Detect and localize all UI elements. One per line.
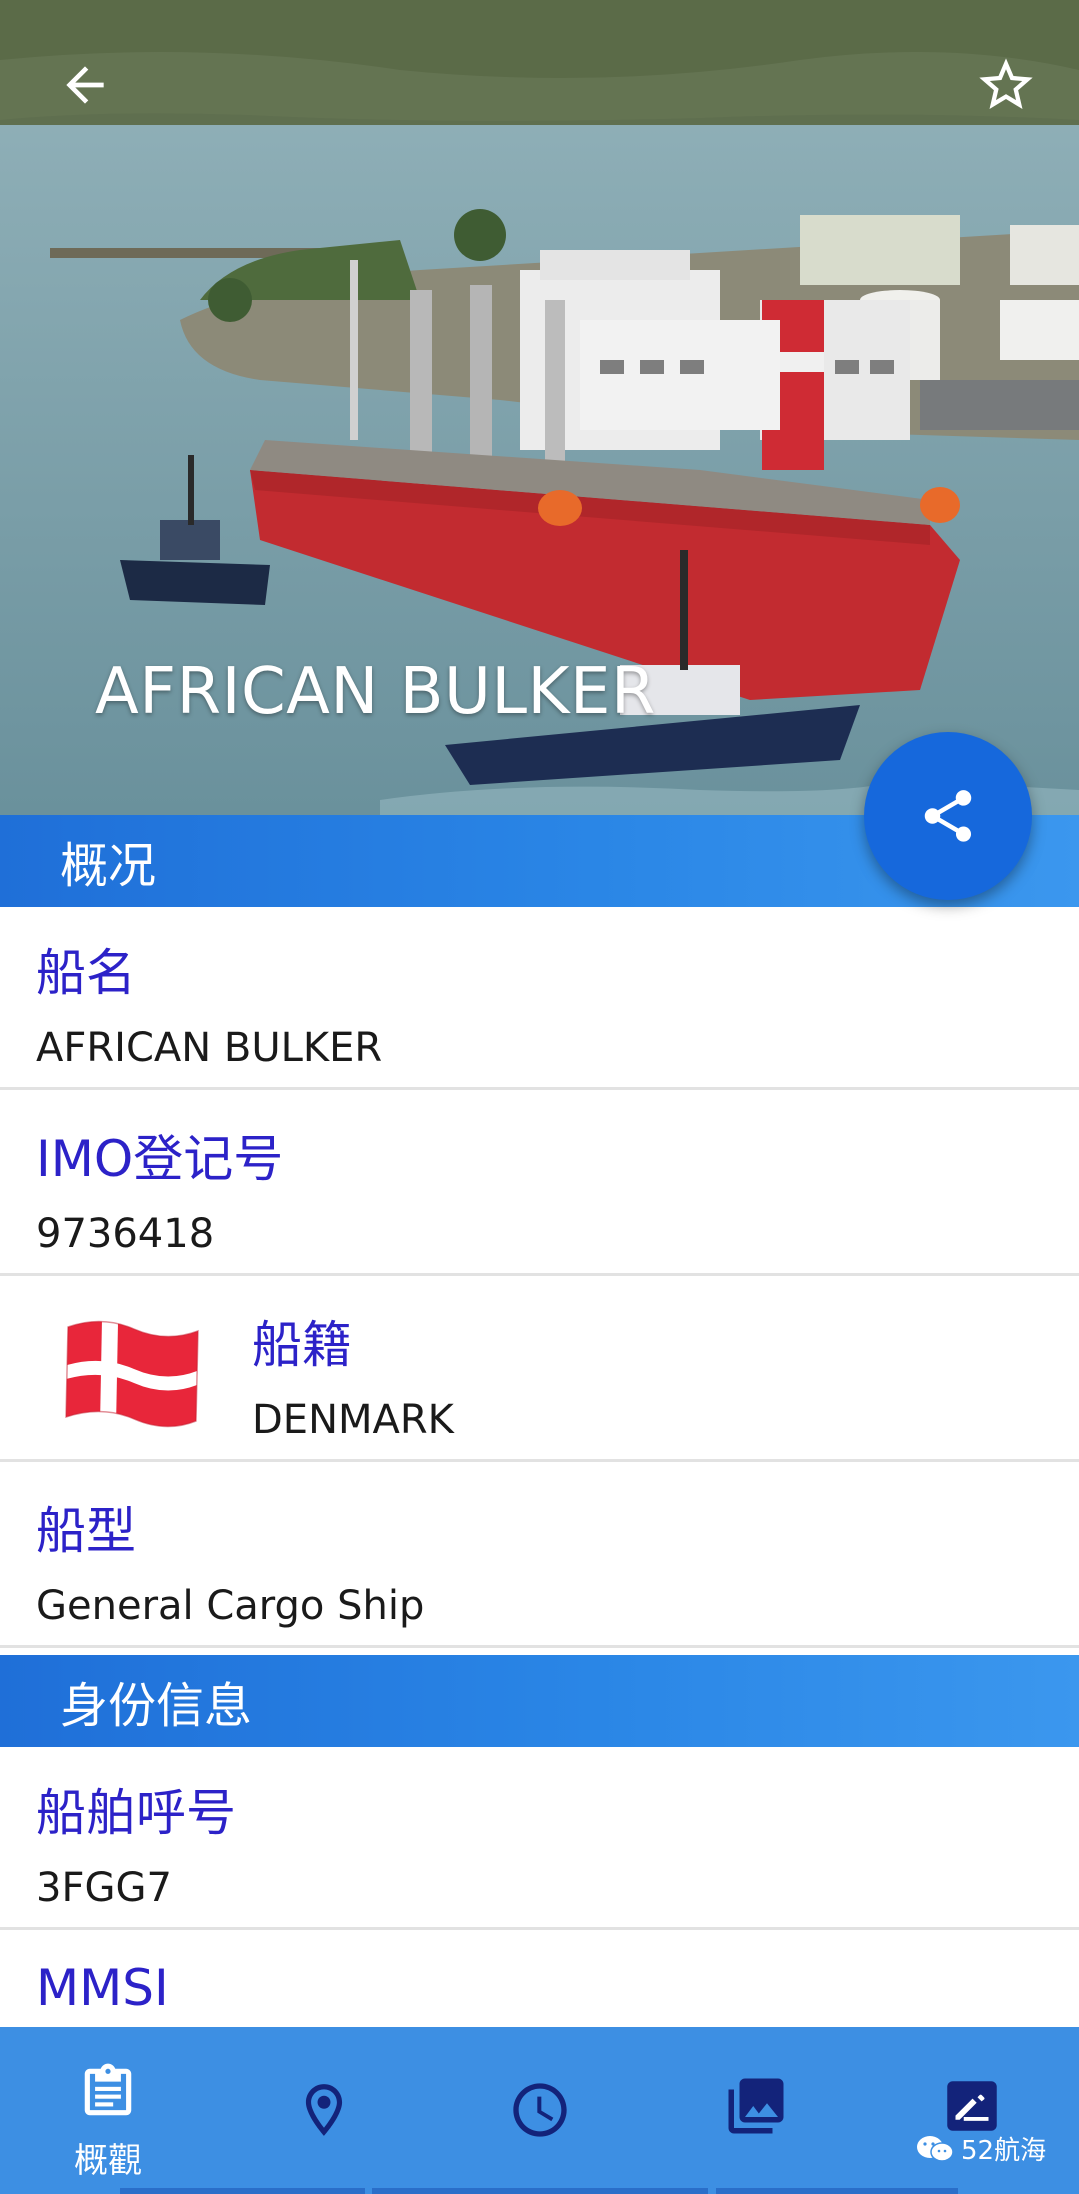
- mmsi-label: MMSI: [36, 1959, 169, 2017]
- flag-label: 船籍: [252, 1316, 352, 1374]
- info-row-ship-name: 船名 AFRICAN BULKER: [0, 907, 1079, 1090]
- nav-tab-history[interactable]: [432, 2027, 648, 2194]
- nav-tab-notes[interactable]: [864, 2027, 1079, 2194]
- star-outline-icon: [979, 58, 1033, 109]
- ship-type-label: 船型: [36, 1502, 136, 1560]
- location-pin-icon: [289, 2075, 359, 2145]
- share-icon: [924, 790, 972, 842]
- nav-indicator-segment: [372, 2188, 708, 2194]
- ship-type-value: General Cargo Ship: [36, 1583, 425, 1629]
- nav-tab-overview-label: 概觀: [74, 2141, 142, 2181]
- ship-photo-header: AFRICAN BULKER: [0, 0, 1079, 815]
- flag-value: DENMARK: [252, 1397, 454, 1443]
- section-title-overview: 概况: [60, 838, 157, 894]
- section-title-identity: 身份信息: [60, 1678, 253, 1734]
- ship-name-value: AFRICAN BULKER: [36, 1025, 383, 1071]
- imo-value: 9736418: [36, 1211, 215, 1257]
- ship-title: AFRICAN BULKER: [95, 655, 656, 729]
- watermark-text: 52航海: [961, 2136, 1047, 2166]
- info-row-ship-type: 船型 General Cargo Ship: [0, 1465, 1079, 1648]
- call-sign-label: 船舶呼号: [36, 1784, 236, 1842]
- arrow-back-icon: [66, 66, 104, 104]
- section-header-identity: 身份信息: [0, 1655, 1079, 1747]
- watermark: 52航海: [915, 2130, 1046, 2167]
- denmark-flag-icon: [65, 1319, 199, 1428]
- favorite-button[interactable]: [961, 40, 1051, 130]
- imo-label: IMO登记号: [36, 1130, 284, 1188]
- clock-icon: [505, 2075, 575, 2145]
- wechat-icon: [917, 2135, 954, 2162]
- share-button[interactable]: [864, 732, 1032, 900]
- nav-tab-overview[interactable]: 概觀: [0, 2027, 216, 2194]
- info-row-call-sign: 船舶呼号 3FGG7: [0, 1747, 1079, 1930]
- info-row-flag: 船籍 DENMARK: [0, 1279, 1079, 1462]
- photo-library-icon: [721, 2071, 791, 2141]
- nav-tab-location[interactable]: [216, 2027, 432, 2194]
- nav-tab-photos[interactable]: [648, 2027, 864, 2194]
- ship-name-label: 船名: [36, 944, 136, 1002]
- nav-indicator-segment: [120, 2188, 365, 2194]
- nav-indicator-segment: [716, 2188, 958, 2194]
- info-row-imo: IMO登记号 9736418: [0, 1093, 1079, 1276]
- bottom-navigation: 概觀: [0, 2027, 1079, 2194]
- ship-detail-page: AFRICAN BULKER 概况 船名 AFRICAN BULKER IMO登…: [0, 0, 1079, 2194]
- clipboard-icon: [73, 2057, 143, 2127]
- call-sign-value: 3FGG7: [36, 1865, 172, 1911]
- back-button[interactable]: [40, 40, 130, 130]
